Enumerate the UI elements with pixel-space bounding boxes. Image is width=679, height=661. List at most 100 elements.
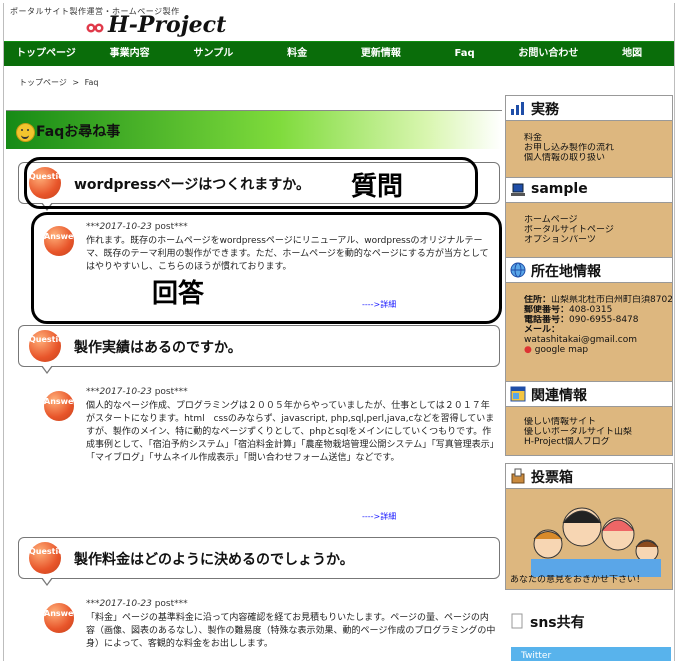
- question-box: Question 製作料金はどのように決めるのでしょうか。: [18, 537, 500, 586]
- mail-row: メール：: [524, 325, 672, 335]
- sidebar-link[interactable]: オプションパーツ: [524, 235, 672, 245]
- sidebar-box-vote: 投票箱 あなたの意見をおきかせ下さい！: [505, 463, 673, 590]
- mail-label: メール：: [524, 325, 561, 335]
- sidebar-header: 実務: [506, 96, 672, 121]
- sidebar-link[interactable]: 優しいポータルサイト山梨: [524, 427, 672, 437]
- nav-item-top[interactable]: トップページ: [4, 42, 88, 66]
- sidebar-body: 料金 お申し込み製作の流れ 個人情報の取り扱い: [506, 121, 672, 184]
- question-text: 製作実績はあるのですか。: [74, 340, 242, 356]
- sidebar-link[interactable]: 個人情報の取り扱い: [524, 153, 672, 163]
- sidebar-body: 優しい情報サイト 優しいポータルサイト山梨 H-Project個人ブログ: [506, 407, 672, 455]
- nav-item-business[interactable]: 事業内容: [88, 42, 172, 66]
- question-text: 製作料金はどのように決めるのでしょうか。: [74, 552, 354, 568]
- answer-block: Answer ***2017-10-23 post*** 「料金」ページの基準料…: [32, 599, 500, 661]
- page-icon: [511, 613, 523, 629]
- post-date-value: 2017-10-23: [99, 387, 152, 397]
- family-illustration-icon: [506, 489, 672, 577]
- answer-badge-icon: Answer: [44, 603, 77, 633]
- sidebar-link[interactable]: 料金: [524, 133, 672, 143]
- answer-block: Answer ***2017-10-23 post*** 個人的なページ作成、プ…: [32, 387, 500, 527]
- question-badge-icon: Question: [29, 330, 69, 362]
- sidebar-header: 所在地情報: [506, 258, 672, 283]
- laptop-icon: [511, 183, 525, 196]
- zip-label: 郵便番号：: [524, 305, 570, 315]
- answer-text: 「料金」ページの基準料金に沿って内容確認を経てお見積もりいたします。ページの量、…: [86, 613, 496, 649]
- answer-text: 個人的なページ作成、プログラミングは２００５年からやっていましたが、仕事としては…: [86, 401, 495, 463]
- annotation-answer-outline: [31, 212, 502, 324]
- map-row: ● google map: [524, 345, 672, 355]
- sidebar-link[interactable]: ホームページ: [524, 215, 672, 225]
- sidebar-header: sample: [506, 178, 672, 203]
- page-frame: ポータルサイト製作運営・ホームページ製作 H-Project トップページ 事業…: [3, 3, 675, 661]
- address-label: 住所：: [524, 295, 552, 305]
- sidebar-title: 所在地情報: [531, 264, 601, 280]
- breadcrumb-current: Faq: [84, 78, 99, 87]
- logo-icon: [86, 23, 104, 33]
- main-nav: トップページ 事業内容 サンプル 料金 更新情報 Faq お問い合わせ 地図: [4, 41, 674, 66]
- section-title: Faqお尋ね事: [36, 124, 121, 140]
- sidebar-link[interactable]: H-Project個人ブログ: [524, 437, 672, 447]
- nav-item-updates[interactable]: 更新情報: [339, 42, 423, 66]
- breadcrumb: トップページ > Faq: [19, 77, 102, 88]
- speech-tail: [41, 577, 53, 586]
- annotation-question-label: 質問: [351, 172, 404, 202]
- post-date-value: 2017-10-23: [99, 599, 152, 609]
- tel-value: 090-6955-8478: [569, 315, 639, 325]
- sidebar-link[interactable]: ポータルサイトページ: [524, 225, 672, 235]
- question-badge-icon: Question: [29, 542, 69, 574]
- post-label: post: [154, 599, 175, 609]
- info-window-icon: [510, 386, 526, 402]
- address-row: 住所：山梨県北杜市白州町白須8702-1: [524, 295, 672, 305]
- nav-item-sample[interactable]: サンプル: [172, 42, 256, 66]
- map-pin-icon: ●: [524, 345, 532, 355]
- twitter-button[interactable]: Twitter: [511, 647, 671, 661]
- zip-row: 郵便番号：408-0315: [524, 305, 672, 315]
- nav-item-contact[interactable]: お問い合わせ: [507, 42, 591, 66]
- post-label: post: [154, 387, 175, 397]
- sidebar-title: 関連情報: [531, 388, 587, 404]
- globe-icon: [510, 262, 526, 278]
- smile-icon: [16, 123, 35, 142]
- sidebar-box-sns: sns共有: [505, 609, 671, 639]
- logo[interactable]: H-Project: [108, 12, 226, 38]
- post-date: ***2017-10-23 post***: [86, 599, 188, 609]
- detail-link[interactable]: ---->詳細: [362, 511, 396, 522]
- sidebar-title: sns共有: [530, 615, 585, 631]
- speech-tail: [41, 365, 53, 374]
- nav-item-map[interactable]: 地図: [590, 42, 674, 66]
- annotation-question-outline: [24, 157, 478, 209]
- sidebar-box-sample: sample ホームページ ポータルサイトページ オプションパーツ: [505, 177, 673, 264]
- sidebar-header: 関連情報: [506, 382, 672, 407]
- sidebar-title: sample: [531, 181, 588, 197]
- sidebar-box-jitsumu: 実務 料金 お申し込み製作の流れ 個人情報の取り扱い: [505, 95, 673, 185]
- breadcrumb-separator: >: [72, 78, 80, 87]
- post-date: ***2017-10-23 post***: [86, 387, 188, 397]
- tel-row: 電話番号：090-6955-8478: [524, 315, 672, 325]
- mail-value[interactable]: watashitakai@gmail.com: [524, 335, 672, 345]
- breadcrumb-home[interactable]: トップページ: [19, 78, 67, 87]
- sidebar-body: 住所：山梨県北杜市白州町白須8702-1 郵便番号：408-0315 電話番号：…: [506, 283, 672, 385]
- sidebar-title: 投票箱: [531, 470, 573, 486]
- question-box: Question 製作実績はあるのですか。: [18, 325, 500, 374]
- zip-value: 408-0315: [569, 305, 613, 315]
- sidebar: 実務 料金 お申し込み製作の流れ 個人情報の取り扱い sample ホームページ…: [505, 95, 674, 661]
- sidebar-header: 投票箱: [506, 464, 672, 489]
- sidebar-header: sns共有: [505, 609, 671, 639]
- section-title-bar: Faqお尋ね事: [6, 110, 502, 149]
- header: ポータルサイト製作運営・ホームページ製作 H-Project: [4, 3, 674, 43]
- sidebar-body: ホームページ ポータルサイトページ オプションパーツ: [506, 203, 672, 263]
- nav-item-faq[interactable]: Faq: [423, 42, 507, 66]
- sidebar-body: あなたの意見をおきかせ下さい！: [506, 489, 672, 589]
- sidebar-title: 実務: [531, 102, 559, 118]
- sidebar-link[interactable]: 優しい情報サイト: [524, 417, 672, 427]
- vote-caption: あなたの意見をおきかせ下さい！: [510, 575, 646, 585]
- address-value: 山梨県北杜市白州町白須8702-1: [551, 295, 672, 305]
- sidebar-box-related: 関連情報 優しい情報サイト 優しいポータルサイト山梨 H-Project個人ブロ…: [505, 381, 673, 456]
- map-link[interactable]: google map: [535, 345, 588, 355]
- answer-badge-icon: Answer: [44, 391, 77, 421]
- sidebar-link[interactable]: お申し込み製作の流れ: [524, 143, 672, 153]
- ballot-box-icon: [511, 468, 525, 484]
- nav-item-price[interactable]: 料金: [255, 42, 339, 66]
- bar-chart-icon: [511, 102, 524, 115]
- annotation-answer-label: 回答: [152, 279, 205, 309]
